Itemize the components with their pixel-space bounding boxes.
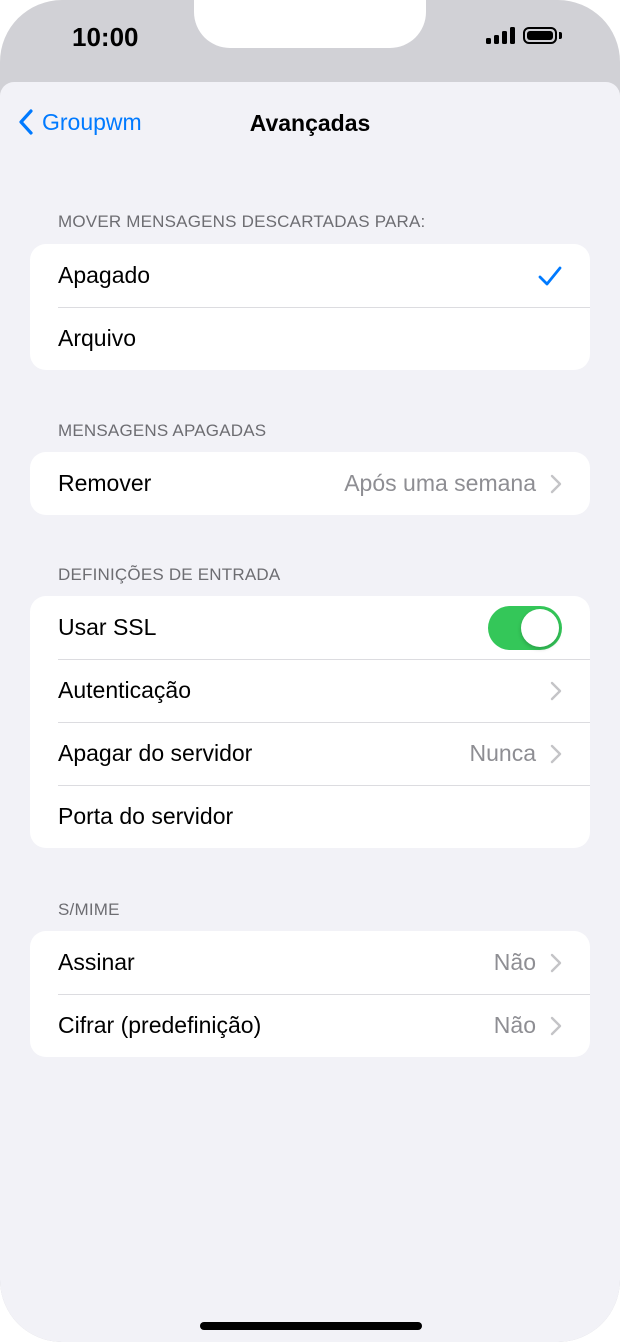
remove-value: Após uma semana bbox=[344, 470, 536, 496]
delete-from-server-row[interactable]: Apagar do servidor Nunca bbox=[30, 722, 590, 785]
encrypt-label: Cifrar (predefinição) bbox=[58, 1012, 262, 1038]
battery-icon bbox=[523, 26, 562, 44]
smime-group: Assinar Não Cifrar (predefinição) Não bbox=[30, 931, 590, 1057]
option-arquivo[interactable]: Arquivo bbox=[30, 307, 590, 370]
section-header-deleted: MENSAGENS APAGADAS bbox=[58, 421, 267, 440]
incoming-group: Usar SSL Autenticação Apagar do servidor… bbox=[30, 596, 590, 848]
option-label: Apagado bbox=[58, 262, 151, 288]
remove-row[interactable]: Remover Após uma semana bbox=[30, 452, 590, 515]
sign-value: Não bbox=[493, 949, 536, 975]
remove-label: Remover bbox=[58, 470, 152, 496]
page-title: Avançadas bbox=[249, 110, 371, 136]
status-icons bbox=[486, 26, 562, 44]
delete-label: Apagar do servidor bbox=[58, 740, 253, 766]
chevron-right-icon bbox=[550, 953, 562, 972]
checkmark-icon bbox=[538, 266, 562, 285]
section-header-smime: S/MIME bbox=[58, 900, 120, 919]
navigation-bar: Groupwm Avançadas bbox=[0, 82, 620, 166]
auth-row[interactable]: Autenticação bbox=[30, 659, 590, 722]
auth-label: Autenticação bbox=[58, 677, 191, 703]
chevron-right-icon bbox=[550, 744, 562, 763]
deleted-group: Remover Após uma semana bbox=[30, 452, 590, 515]
home-indicator[interactable] bbox=[200, 1322, 422, 1330]
device-frame: 10:00 Groupwm Avançadas MOVER MENSAGENS … bbox=[0, 0, 620, 1342]
port-label: Porta do servidor bbox=[58, 803, 234, 829]
delete-value: Nunca bbox=[469, 740, 536, 766]
sign-label: Assinar bbox=[58, 949, 135, 975]
encrypt-row[interactable]: Cifrar (predefinição) Não bbox=[30, 994, 590, 1057]
screen: Groupwm Avançadas MOVER MENSAGENS DESCAR… bbox=[0, 82, 620, 1342]
chevron-right-icon bbox=[550, 681, 562, 700]
status-time: 10:00 bbox=[72, 22, 139, 52]
option-apagado[interactable]: Apagado bbox=[30, 244, 590, 307]
ssl-label: Usar SSL bbox=[58, 614, 157, 640]
section-header-discarded: MOVER MENSAGENS DESCARTADAS PARA: bbox=[58, 212, 426, 231]
chevron-right-icon bbox=[550, 474, 562, 493]
ssl-toggle[interactable] bbox=[488, 605, 562, 650]
sign-row[interactable]: Assinar Não bbox=[30, 931, 590, 994]
ssl-row: Usar SSL bbox=[30, 596, 590, 659]
option-label: Arquivo bbox=[58, 325, 136, 351]
chevron-right-icon bbox=[550, 1016, 562, 1035]
discarded-group: Apagado Arquivo bbox=[30, 244, 590, 370]
server-port-row[interactable]: Porta do servidor bbox=[30, 785, 590, 848]
notch bbox=[194, 0, 426, 48]
toggle-knob bbox=[521, 608, 559, 647]
section-header-incoming: DEFINIÇÕES DE ENTRADA bbox=[58, 565, 281, 584]
encrypt-value: Não bbox=[493, 1012, 536, 1038]
cellular-signal-icon bbox=[486, 26, 515, 44]
